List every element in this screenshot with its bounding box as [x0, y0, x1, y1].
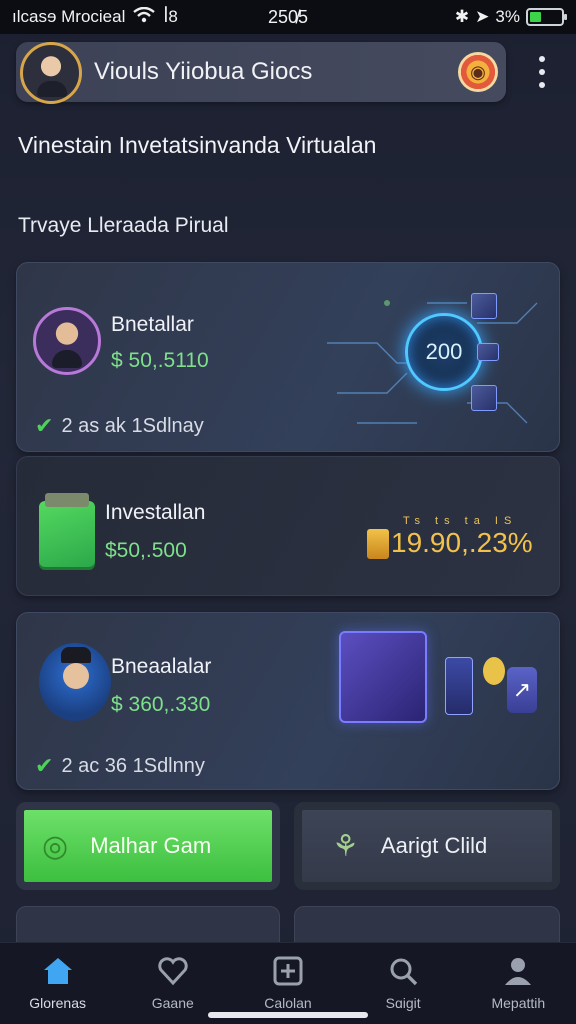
cube-icon	[477, 343, 499, 361]
tab-label: Gaane	[151, 995, 194, 1011]
page-title: Vinestain Invetatsinvanda Virtualan	[18, 132, 377, 158]
card-title: Investallan	[105, 501, 206, 524]
user-avatar	[39, 643, 111, 721]
cube-icon	[471, 385, 497, 411]
cash-stack-icon	[39, 493, 95, 567]
tab-label: Glorenas	[29, 995, 86, 1011]
target-icon: ◎	[42, 829, 69, 863]
status-bar: ılcasɘ Mrocieal ꟾ8 250̸5 ✱ ➤ 3%	[0, 0, 576, 34]
check-icon: ✔	[35, 753, 54, 778]
tab-games[interactable]: Gaane	[123, 953, 223, 1011]
tab-label: Sɑigit	[385, 995, 421, 1011]
hologram-value: 200	[425, 339, 463, 364]
battery-icon	[526, 8, 567, 26]
phone-icon	[445, 657, 473, 715]
search-icon	[385, 953, 421, 989]
investment-card-2[interactable]: Investallan $50,.500 Ts ts ta IS 19.90,.…	[16, 456, 560, 596]
plus-square-icon	[270, 953, 306, 989]
mini-numbers: Ts ts ta IS	[403, 515, 518, 527]
card-title: Bnetallar	[111, 313, 194, 336]
card-amount: $50,.500	[105, 539, 187, 562]
carrier-label: ılcasɘ Mrocieal	[12, 7, 126, 26]
tab-label: Mepattih	[491, 995, 546, 1011]
tab-search[interactable]: Sɑigit	[353, 953, 453, 1011]
card-title: Bneaalalar	[111, 655, 212, 678]
card-amount: $ 50,.5110	[111, 349, 209, 372]
card-footer: ✔ 2 ac 36 1Sdlnny	[35, 753, 205, 779]
card-footer: ✔ 2 as ak 1Sdlnay	[35, 413, 204, 439]
bluetooth-icon: ✱	[454, 7, 470, 26]
investment-card-3[interactable]: Bneaalalar $ 360,.330 ✔ 2 ac 36 1Sdlnny …	[16, 612, 560, 790]
primary-action-button[interactable]: ◎ Malhar Gam	[16, 802, 280, 890]
battery-percent: 3%	[495, 7, 520, 26]
profile-icon	[500, 953, 536, 989]
user-avatar	[33, 307, 101, 375]
coin-icon	[483, 657, 505, 685]
branch-icon: ⚘	[332, 829, 359, 863]
wifi-icon	[133, 6, 156, 28]
home-icon	[40, 953, 76, 989]
primary-action-label: Malhar Gam	[90, 833, 212, 858]
investment-card-1[interactable]: Bnetallar $ 50,.5110 ✔ 2 as ak 1Sdlnay 2…	[16, 262, 560, 452]
battery-fill	[530, 12, 541, 22]
heart-icon	[155, 953, 191, 989]
server-icon	[339, 631, 427, 723]
card-footer-text: 2 as ak 1Sdlnay	[61, 414, 204, 437]
status-extra: ꟾ8	[163, 7, 178, 26]
chart-icon: ↗	[507, 667, 537, 713]
return-percent: 19.90,.23%	[391, 527, 533, 558]
hologram-coin: 200	[405, 313, 483, 391]
app-title: Viouls Yiiobua Giocs	[94, 58, 313, 85]
profile-avatar[interactable]	[20, 42, 82, 104]
card-footer-text: 2 ac 36 1Sdlnny	[61, 754, 205, 777]
tab-label: Calolan	[264, 995, 312, 1011]
tab-profile[interactable]: Mepattih	[468, 953, 568, 1011]
secondary-action-label: Aarigt Clild	[380, 833, 488, 858]
check-icon: ✔	[35, 413, 54, 438]
more-options-icon[interactable]	[532, 56, 552, 88]
app-header: Viouls Yiiobua Giocs ◉	[16, 42, 506, 104]
status-time: 250̸5	[268, 6, 309, 27]
location-icon: ➤	[475, 7, 490, 26]
secondary-action-button[interactable]: ⚘ Aarigt Clild	[294, 802, 560, 890]
section-title: Trvaye Lleraada Pirual	[18, 214, 229, 237]
card-amount: $ 360,.330	[111, 693, 211, 716]
tab-add[interactable]: Calolan	[238, 953, 338, 1011]
cube-icon	[471, 293, 497, 319]
coin-icon[interactable]: ◉	[458, 52, 498, 92]
home-indicator[interactable]	[208, 1012, 368, 1018]
gold-icon	[367, 529, 389, 559]
tab-home[interactable]: Glorenas	[8, 953, 108, 1011]
